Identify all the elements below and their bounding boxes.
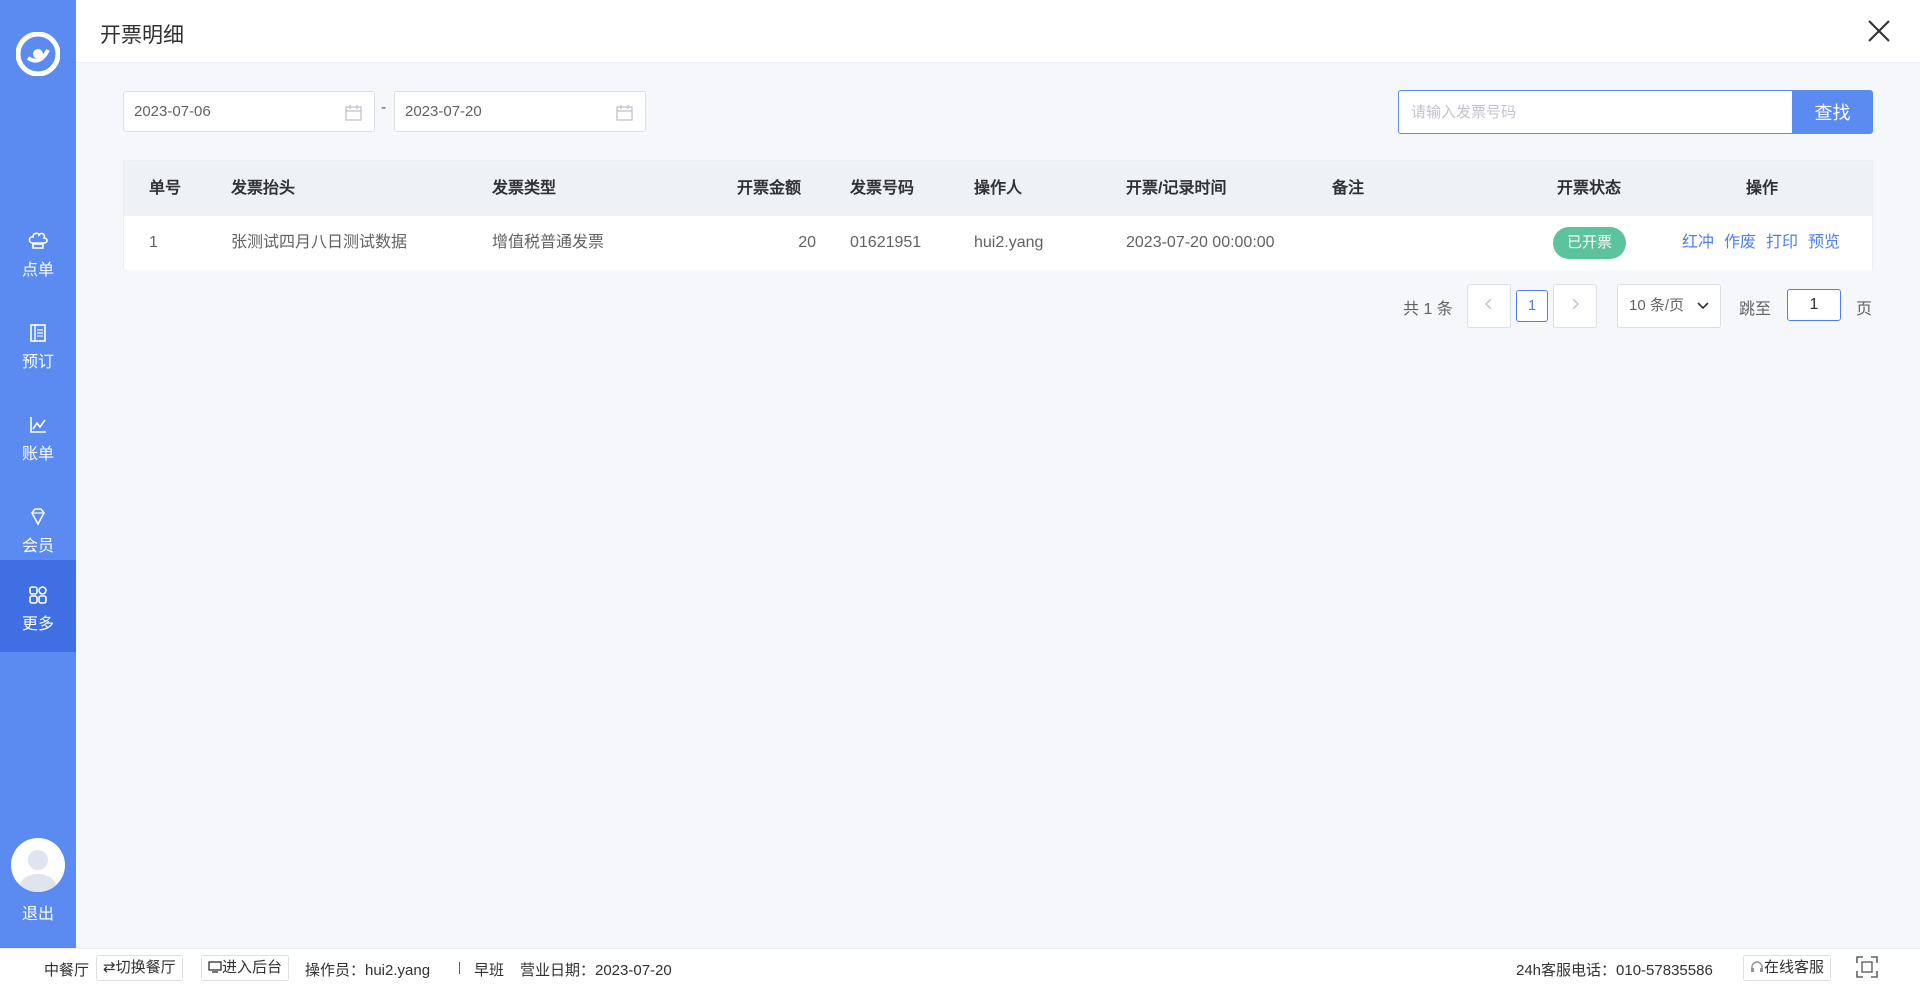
preview-link[interactable]: 预览: [1808, 234, 1840, 251]
table-row[interactable]: 1 张测试四月八日测试数据 增值税普通发票 20 01621951 hui2.y…: [124, 216, 1872, 270]
sidebar-item-reservation[interactable]: 预订: [0, 298, 76, 390]
page-title: 开票明细: [100, 24, 184, 47]
invoice-search-input[interactable]: [1398, 90, 1793, 134]
jump-page-input[interactable]: [1787, 289, 1841, 321]
red-reverse-link[interactable]: 红冲: [1682, 234, 1714, 251]
table-header: 单号 发票抬头 发票类型 开票金额 发票号码 操作人 开票/记录时间 备注 开票…: [124, 161, 1872, 216]
column-header: 发票类型: [492, 180, 557, 197]
calendar-icon: [616, 105, 633, 121]
column-header: 发票号码: [850, 180, 915, 197]
end-date-input[interactable]: [395, 92, 595, 131]
status-badge: 已开票: [1553, 227, 1627, 259]
cell-title: 张测试四月八日测试数据: [231, 234, 408, 251]
cell-type: 增值税普通发票: [492, 234, 605, 251]
headset-icon: [1751, 961, 1763, 972]
sidebar: 点单 预订 账单 会员 更多 退出: [0, 0, 76, 948]
column-header: 单号: [149, 180, 182, 197]
online-service-label: 在线客服: [1764, 959, 1825, 976]
cell-no: 1: [149, 234, 158, 251]
chevron-right-icon: [1572, 298, 1580, 310]
column-header: 开票/记录时间: [1126, 180, 1227, 197]
chevron-down-icon: [1697, 302, 1709, 310]
next-page-button[interactable]: [1553, 284, 1597, 328]
invoice-table: 单号 发票抬头 发票类型 开票金额 发票号码 操作人 开票/记录时间 备注 开票…: [123, 160, 1873, 270]
cell-invoice-no: 01621951: [850, 234, 922, 251]
sidebar-item-label: 会员: [21, 538, 54, 555]
enter-backend-label: 进入后台: [222, 959, 283, 976]
void-link[interactable]: 作废: [1724, 234, 1756, 251]
status-bar: 中餐厅 ⇄切换餐厅 进入后台 操作员：hui2.yang 早班 营业日期：202…: [0, 948, 1920, 986]
close-icon[interactable]: [1864, 16, 1894, 46]
app-logo-icon: [16, 32, 60, 76]
sidebar-item-label: 预订: [21, 354, 54, 371]
cell-operator: hui2.yang: [974, 234, 1044, 251]
sidebar-item-order[interactable]: 点单: [0, 206, 76, 298]
chevron-left-icon: [1484, 298, 1492, 310]
enter-backend-button[interactable]: 进入后台: [201, 955, 290, 981]
logout-button[interactable]: 退出: [0, 900, 76, 924]
service-hotline: 24h客服电话：010-57835586: [1516, 962, 1713, 979]
restaurant-name: 中餐厅: [44, 962, 90, 979]
shift-info: 早班: [474, 962, 505, 979]
column-header: 操作: [1746, 180, 1779, 197]
monitor-icon: [208, 961, 222, 973]
date-separator: -: [381, 99, 387, 116]
page-header: 开票明细: [76, 0, 1920, 63]
page-size-select[interactable]: 10 条/页: [1617, 284, 1721, 328]
page-unit-label: 页: [1856, 301, 1873, 318]
sidebar-item-label: 账单: [21, 446, 54, 463]
page-size-value: 10 条/页: [1629, 297, 1685, 314]
sidebar-item-bills[interactable]: 账单: [0, 390, 76, 482]
business-date: 营业日期：2023-07-20: [520, 962, 672, 979]
sidebar-item-more[interactable]: 更多: [0, 560, 76, 652]
user-avatar-icon: [20, 850, 56, 892]
pagination-total: 共 1 条: [1403, 301, 1453, 318]
start-date-input[interactable]: [124, 92, 324, 131]
chart-icon: [30, 417, 46, 433]
column-header: 备注: [1332, 180, 1365, 197]
divider: [459, 962, 460, 974]
row-actions: 红冲 作废 打印 预览: [1682, 216, 1850, 270]
sidebar-item-label: 点单: [21, 262, 54, 279]
print-link[interactable]: 打印: [1766, 234, 1798, 251]
sidebar-item-label: 更多: [21, 616, 54, 633]
column-header: 操作人: [974, 180, 1023, 197]
column-header: 开票金额: [737, 180, 802, 197]
book-icon: [30, 324, 46, 342]
jump-label: 跳至: [1739, 301, 1772, 318]
chef-hat-icon: [28, 232, 48, 249]
avatar[interactable]: [11, 838, 65, 892]
calendar-icon: [345, 105, 362, 121]
prev-page-button[interactable]: [1467, 284, 1511, 328]
diamond-icon: [31, 508, 45, 526]
end-date-picker[interactable]: [394, 91, 646, 132]
grid-icon: [29, 586, 47, 604]
online-service-button[interactable]: 在线客服: [1743, 955, 1832, 981]
switch-restaurant-button[interactable]: ⇄切换餐厅: [96, 955, 183, 981]
cell-amount: 20: [798, 234, 816, 251]
page-number-current[interactable]: 1: [1516, 290, 1548, 322]
column-header: 发票抬头: [231, 180, 296, 197]
start-date-picker[interactable]: [123, 91, 375, 132]
cell-time: 2023-07-20 00:00:00: [1126, 234, 1275, 251]
search-button[interactable]: 查找: [1792, 90, 1873, 134]
column-header: 开票状态: [1557, 180, 1622, 197]
fullscreen-icon[interactable]: [1856, 956, 1878, 978]
operator-info: 操作员：hui2.yang: [305, 962, 431, 979]
